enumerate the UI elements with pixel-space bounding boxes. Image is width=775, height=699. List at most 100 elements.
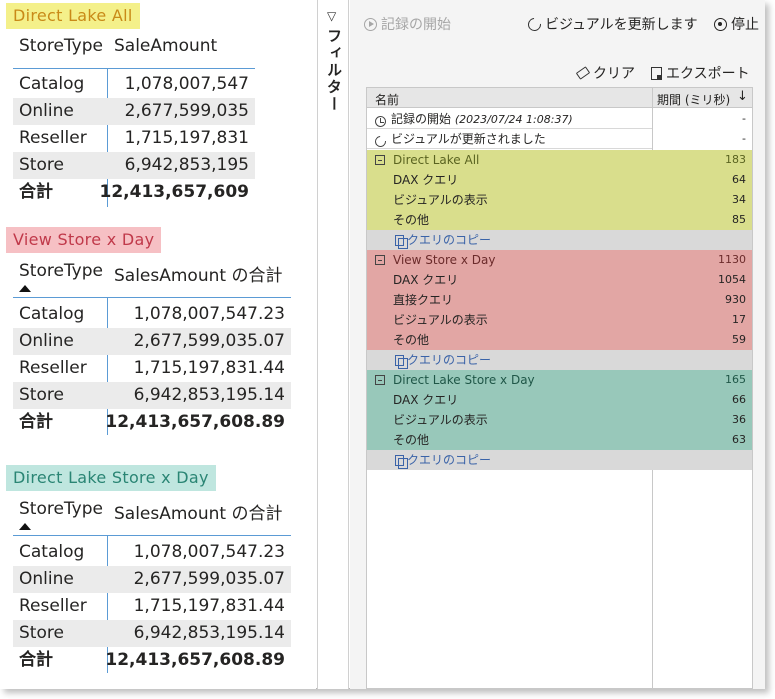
collapse-icon[interactable] [375, 155, 385, 165]
total-row: 合計 12,413,657,608.89 [13, 647, 291, 674]
row-value: 1,078,007,547.23 [133, 304, 285, 324]
row-value: 2,677,599,035 [124, 101, 249, 121]
filters-pane-label[interactable]: フィルター [324, 28, 345, 113]
event-row-recording-started: 記録の開始 (2023/07/24 1:08:37) - [367, 109, 752, 129]
export-label: エクスポート [666, 66, 750, 82]
table-header: StoreType SalesAmount の合計 [13, 493, 291, 524]
copy-query-row: クエリのコピー [367, 450, 752, 470]
event-row-visuals-refreshed: ビジュアルが更新されました - [367, 129, 752, 150]
column-header-salesamount-sum[interactable]: SalesAmount の合計 [114, 499, 282, 524]
group-row-direct-lake-all[interactable]: Direct Lake All 183 [367, 150, 752, 170]
play-icon [364, 17, 377, 31]
report-canvas: Direct Lake All StoreType SaleAmount Cat… [0, 0, 316, 689]
table-row: Store 6,942,853,195 [13, 152, 255, 179]
copy-query-link[interactable]: クエリのコピー [395, 230, 491, 250]
visual-title-direct-lake-all: Direct Lake All [6, 3, 140, 29]
group-row-view-store-x-day[interactable]: View Store x Day 1130 [367, 250, 752, 270]
group-item-row: その他 63 [367, 430, 752, 450]
clear-button[interactable]: クリア [575, 63, 635, 83]
row-label: Catalog [19, 304, 85, 324]
row-label: Reseller [19, 596, 87, 616]
column-header-name[interactable]: 名前 [375, 91, 399, 108]
table-visual-direct-lake-store-x-day[interactable]: StoreType SalesAmount の合計 Catalog 1,078,… [13, 493, 291, 673]
group-item-row: ビジュアルの表示 17 [367, 310, 752, 330]
row-label: Reseller [19, 358, 87, 378]
row-value: 1,715,197,831.44 [133, 358, 285, 378]
table-header: StoreType SaleAmount [13, 30, 255, 60]
table-row: Catalog 1,078,007,547.23 [13, 539, 291, 566]
sort-ascending-icon[interactable] [19, 285, 31, 292]
row-value: 2,677,599,035.07 [133, 569, 285, 589]
total-label: 合計 [19, 650, 53, 670]
row-value: 2,677,599,035.07 [133, 331, 285, 351]
clock-icon [375, 116, 386, 127]
table-row: Catalog 1,078,007,547.23 [13, 301, 291, 328]
total-value: 12,413,657,608.89 [105, 650, 285, 670]
row-value: 6,942,853,195.14 [133, 385, 285, 405]
group-item-row: ビジュアルの表示 36 [367, 410, 752, 430]
refresh-visuals-button[interactable]: ビジュアルを更新します [525, 14, 698, 34]
refresh-visuals-label: ビジュアルを更新します [545, 17, 698, 33]
grid-header: 名前 期間 (ミリ秒) ↓ [367, 88, 752, 108]
row-label: Online [19, 101, 74, 121]
table-row: Reseller 1,715,197,831.44 [13, 355, 291, 382]
column-header-duration[interactable]: 期間 (ミリ秒) [657, 91, 730, 108]
total-row: 合計 12,413,657,609 [13, 179, 255, 206]
row-label: Online [19, 569, 74, 589]
refresh-icon [525, 14, 544, 34]
performance-analyzer-pane: 記録の開始 ビジュアルを更新します 停止 クリア エクスポート 名前 期間 (ミ… [350, 0, 765, 689]
stop-label: 停止 [731, 17, 759, 33]
table-row: Store 6,942,853,195.14 [13, 620, 291, 647]
table-row: Online 2,677,599,035 [13, 98, 255, 125]
refresh-icon [372, 133, 389, 150]
group-item-row: DAX クエリ 64 [367, 170, 752, 190]
row-value: 1,078,007,547 [124, 74, 249, 94]
table-row: Reseller 1,715,197,831.44 [13, 593, 291, 620]
table-row: Catalog 1,078,007,547 [13, 71, 255, 98]
row-value: 1,078,007,547.23 [133, 542, 285, 562]
start-recording-button[interactable]: 記録の開始 [364, 14, 451, 34]
group-item-row: その他 59 [367, 330, 752, 350]
column-header-storetype[interactable]: StoreType [19, 499, 103, 519]
filter-funnel-icon[interactable]: ▽ [327, 9, 336, 23]
table-visual-direct-lake-all[interactable]: StoreType SaleAmount Catalog 1,078,007,5… [13, 30, 255, 210]
visual-title-view-store-x-day: View Store x Day [6, 227, 162, 253]
header-divider [13, 297, 291, 298]
collapse-icon[interactable] [375, 255, 385, 265]
export-button[interactable]: エクスポート [651, 63, 750, 83]
total-label: 合計 [19, 412, 53, 432]
group-item-row: DAX クエリ 66 [367, 390, 752, 410]
row-value: 1,715,197,831 [124, 128, 249, 148]
total-value: 12,413,657,608.89 [105, 412, 285, 432]
column-header-salesamount-sum[interactable]: SalesAmount の合計 [114, 261, 282, 286]
copy-query-row: クエリのコピー [367, 350, 752, 370]
group-row-direct-lake-store-x-day[interactable]: Direct Lake Store x Day 165 [367, 370, 752, 390]
row-label: Online [19, 331, 74, 351]
copy-query-link[interactable]: クエリのコピー [395, 350, 491, 370]
table-visual-view-store-x-day[interactable]: StoreType SalesAmount の合計 Catalog 1,078,… [13, 255, 291, 435]
total-value: 12,413,657,609 [99, 182, 250, 202]
table-row: Online 2,677,599,035.07 [13, 566, 291, 593]
total-row: 合計 12,413,657,608.89 [13, 409, 291, 436]
table-row: Reseller 1,715,197,831 [13, 125, 255, 152]
row-label: Store [19, 385, 64, 405]
export-document-icon [651, 66, 662, 80]
sort-descending-icon[interactable]: ↓ [737, 89, 748, 104]
column-header-saleamount[interactable]: SaleAmount [114, 36, 217, 56]
sort-ascending-icon[interactable] [19, 523, 31, 530]
filters-pane-collapsed[interactable]: ▽ フィルター [317, 0, 349, 689]
row-label: Store [19, 623, 64, 643]
row-label: Catalog [19, 542, 85, 562]
row-value: 6,942,853,195.14 [133, 623, 285, 643]
row-label: Reseller [19, 128, 87, 148]
copy-query-link[interactable]: クエリのコピー [395, 450, 491, 470]
collapse-icon[interactable] [375, 375, 385, 385]
column-header-storetype[interactable]: StoreType [19, 36, 103, 56]
power-bi-window: Direct Lake All StoreType SaleAmount Cat… [0, 0, 765, 689]
row-value: 6,942,853,195 [124, 155, 249, 175]
stop-button[interactable]: 停止 [714, 14, 759, 34]
performance-results-grid: 名前 期間 (ミリ秒) ↓ 記録の開始 (2023/07/24 1:08:37)… [366, 87, 753, 689]
row-label: Catalog [19, 74, 85, 94]
column-header-storetype[interactable]: StoreType [19, 261, 103, 281]
group-item-row: ビジュアルの表示 34 [367, 190, 752, 210]
